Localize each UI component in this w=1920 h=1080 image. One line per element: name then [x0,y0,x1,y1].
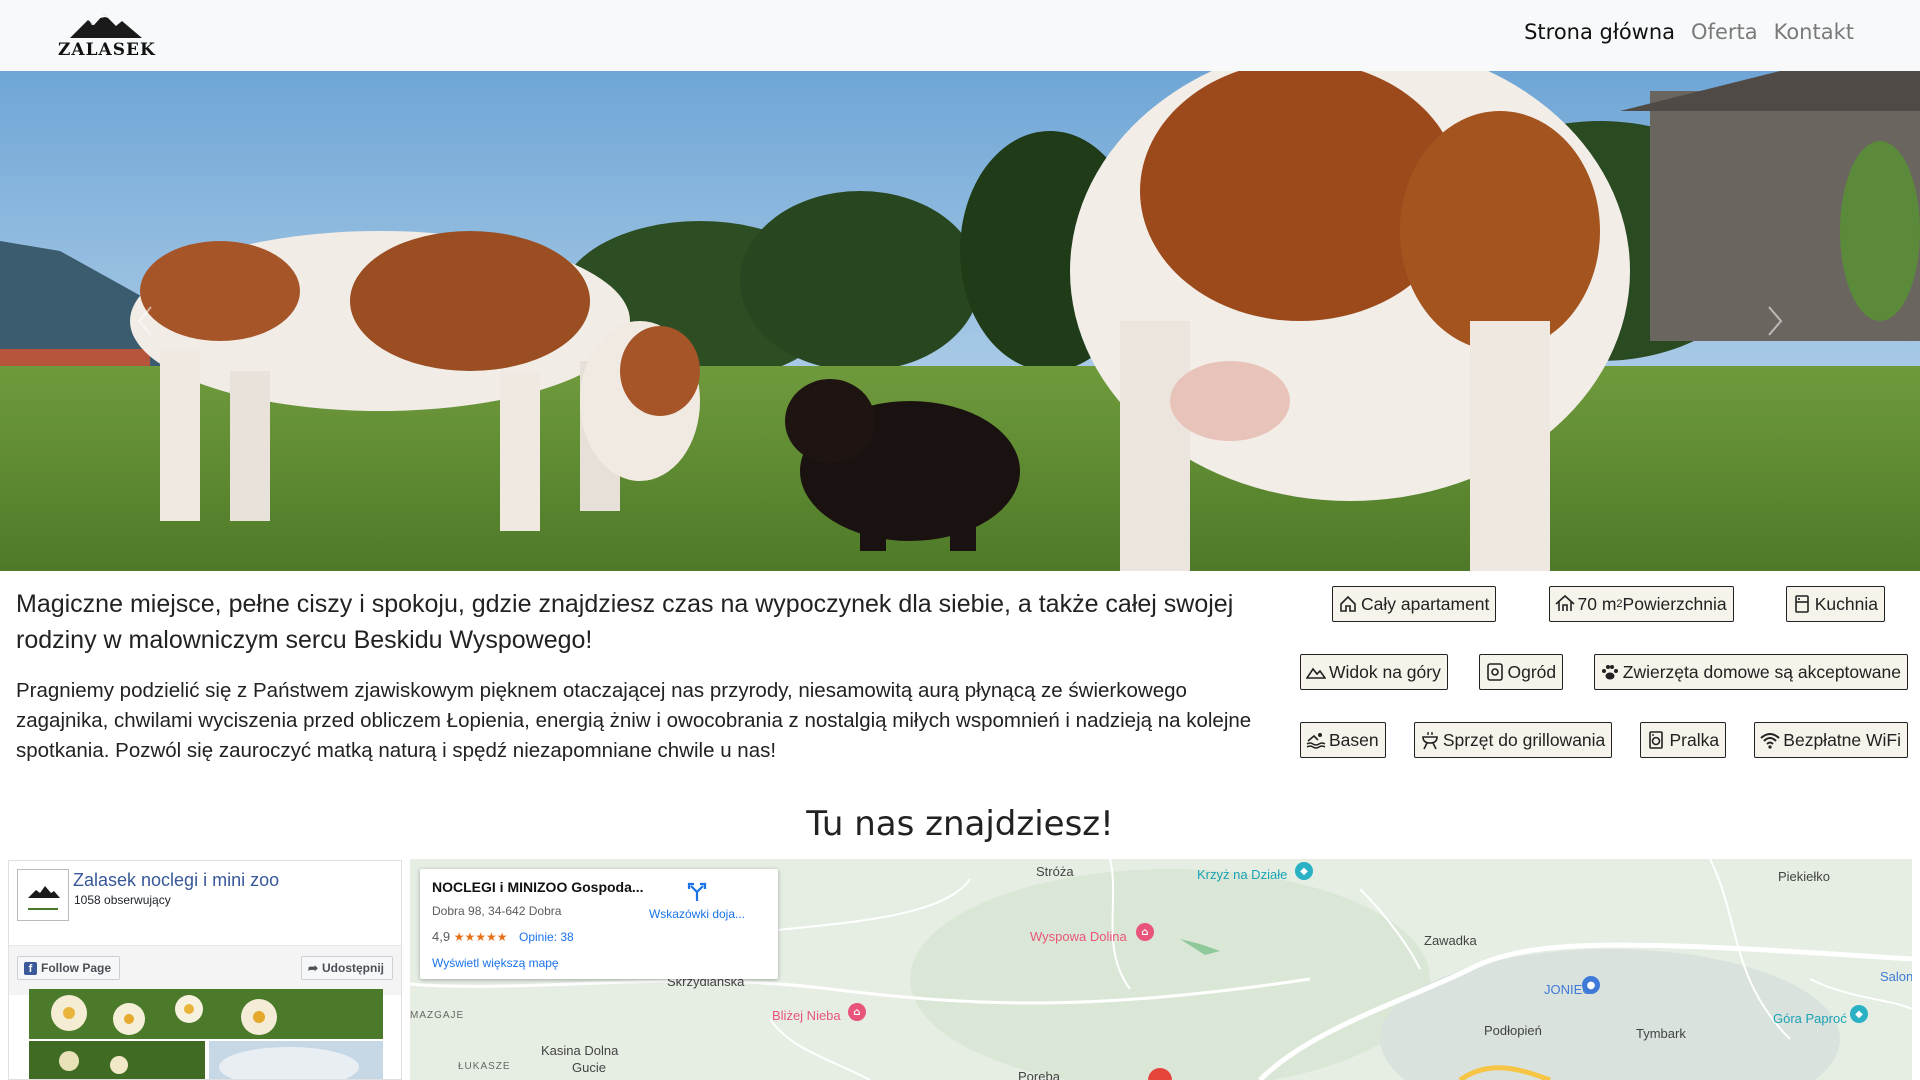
amenity-pool: Basen [1300,722,1386,758]
amenities-row: Cały apartament 70 m2 Powierzchnia Kuchn… [1300,586,1908,654]
facebook-followers: 1058 obserwujący [74,893,171,907]
map-label-zawadka: Zawadka [1424,933,1477,948]
map-label-mazgaje: MAZGAJE [410,1010,465,1021]
chevron-left-icon [137,306,152,336]
amenity-wifi: Bezpłatne WiFi [1754,722,1908,758]
nav-strona-glowna[interactable]: Strona główna [1524,20,1675,44]
reviews-link[interactable]: Opinie: 38 [519,930,574,944]
amenities-list: Cały apartament 70 m2 Powierzchnia Kuchn… [1300,586,1908,790]
map-label-gucie: Gucie [572,1060,606,1075]
amenity-label: Widok na góry [1329,661,1441,682]
amenity-label: Zwierzęta domowe są akceptowane [1622,661,1901,682]
follow-page-button[interactable]: f Follow Page [17,956,121,980]
directions-button[interactable]: Wskazówki doja... [642,881,752,921]
amenity-label: Kuchnia [1814,593,1878,614]
swimming-icon [1306,733,1326,749]
carousel-prev-button[interactable] [0,71,290,571]
share-label: Udostępnij [322,961,384,975]
navbar: ZALASEK Strona główna Oferta Kontakt [0,0,1920,71]
place-address: Dobra 98, 34-642 Dobra [432,904,562,918]
amenity-label: Bezpłatne WiFi [1783,729,1901,750]
star-rating-icon: ★★★★★ [453,930,508,944]
map-pin-icon[interactable]: ⌂ [1136,923,1154,941]
amenities-row: Basen Sprzęt do grillowania Pralka Bezpł… [1300,722,1908,790]
amenity-washer: Pralka [1640,722,1727,758]
map-pin-icon[interactable]: ◆ [1850,1005,1868,1023]
rating-value: 4,9 [432,929,451,944]
amenity-whole-apartment: Cały apartament [1332,586,1497,622]
washing-machine-icon [1649,731,1664,749]
intro-description: Pragniemy podzielić się z Państwem zjawi… [16,679,1252,762]
map-label-wyspowa: Wyspowa Dolina [1030,929,1127,944]
facebook-icon: f [24,961,37,975]
facebook-avatar[interactable] [17,869,69,921]
place-rating: 4,9 ★★★★★ [432,929,508,944]
amenity-area: 70 m2 Powierzchnia [1548,586,1734,622]
amenity-pets: Zwierzęta domowe są akceptowane [1593,654,1908,690]
house-icon [1340,595,1356,612]
map-pin-icon[interactable]: ⌂ [848,1003,866,1021]
mountain-logo-icon [70,14,142,38]
map-label-lukasze: ŁUKASZE [458,1061,511,1072]
follow-page-label: Follow Page [41,961,112,975]
chevron-right-icon [1768,306,1783,336]
hero-carousel [0,71,1920,571]
map-label-blizej: Bliżej Nieba [772,1008,841,1023]
amenities-row: Widok na góry Ogród Zwierzęta domowe są … [1300,654,1908,722]
directions-icon [687,882,707,901]
intro-section: Magiczne miejsce, pełne ciszy i spokoju,… [16,586,1282,766]
mountain-logo-icon [28,886,60,910]
share-icon: ➦ [307,961,318,975]
garden-icon [1486,663,1503,681]
amenity-area-value: 70 m [1577,593,1617,614]
intro-lead: Magiczne miejsce, pełne ciszy i spokoju,… [16,590,1234,654]
area-house-icon [1554,594,1575,611]
amenity-mountain-view: Widok na góry [1300,654,1448,690]
location-title: Tu nas znajdziesz! [806,804,1114,844]
logo-text: ZALASEK [58,40,156,60]
map-label-poreba: Poręba [1018,1069,1060,1080]
place-name: NOCLEGI i MINIZOO Gospoda... [432,879,644,895]
main-nav: Strona główna Oferta Kontakt [1524,20,1854,44]
map-label-podlopien: Podłopień [1484,1023,1542,1038]
amenity-kitchen: Kuchnia [1785,586,1885,622]
map-label-salon: Salon [1880,969,1912,984]
map-label-stroza: Stróża [1036,864,1074,879]
wifi-icon [1760,733,1780,749]
amenity-grill: Sprzęt do grillowania [1413,722,1613,758]
facebook-cover-photos[interactable] [29,989,383,1079]
map-pin-icon[interactable]: ● [1582,976,1600,994]
amenity-area-label: Powierzchnia [1622,593,1727,614]
view-larger-map-link[interactable]: Wyświetl większą mapę [432,956,559,970]
fridge-icon [1794,595,1809,613]
amenity-label: Cały apartament [1361,593,1490,614]
paw-icon [1601,665,1618,680]
map-label-gora: Góra Paproć [1773,1011,1847,1026]
amenity-garden: Ogród [1478,654,1564,690]
google-map[interactable]: Stróża Krzyż na Działe ◆ Piekiełko Wyspo… [410,859,1912,1080]
facebook-page-name[interactable]: Zalasek noclegi i mini zoo [73,870,279,891]
nav-kontakt[interactable]: Kontakt [1774,20,1854,44]
map-label-piekielko: Piekiełko [1778,869,1831,884]
directions-label: Wskazówki doja... [648,907,746,921]
amenity-label: Pralka [1669,729,1720,750]
share-button[interactable]: ➦ Udostępnij [300,956,393,980]
map-place-card: NOCLEGI i MINIZOO Gospoda... Dobra 98, 3… [420,869,778,979]
map-label-tymbark: Tymbark [1636,1026,1686,1041]
map-label-kasina: Kasina Dolna [541,1043,619,1058]
flowers-photo [29,989,383,1079]
map-pin-icon[interactable]: ◆ [1295,862,1313,880]
nav-oferta[interactable]: Oferta [1691,20,1758,44]
amenity-label: Ogród [1507,661,1557,682]
map-label-krzyz: Krzyż na Działe [1197,867,1288,882]
amenity-label: Sprzęt do grillowania [1442,729,1606,750]
mountain-icon [1306,667,1326,679]
grill-icon [1422,732,1438,750]
amenity-label: Basen [1329,729,1379,750]
brand-logo[interactable]: ZALASEK [58,10,156,60]
facebook-page-widget: Zalasek noclegi i mini zoo 1058 obserwuj… [8,860,402,1080]
carousel-next-button[interactable] [1630,71,1920,571]
